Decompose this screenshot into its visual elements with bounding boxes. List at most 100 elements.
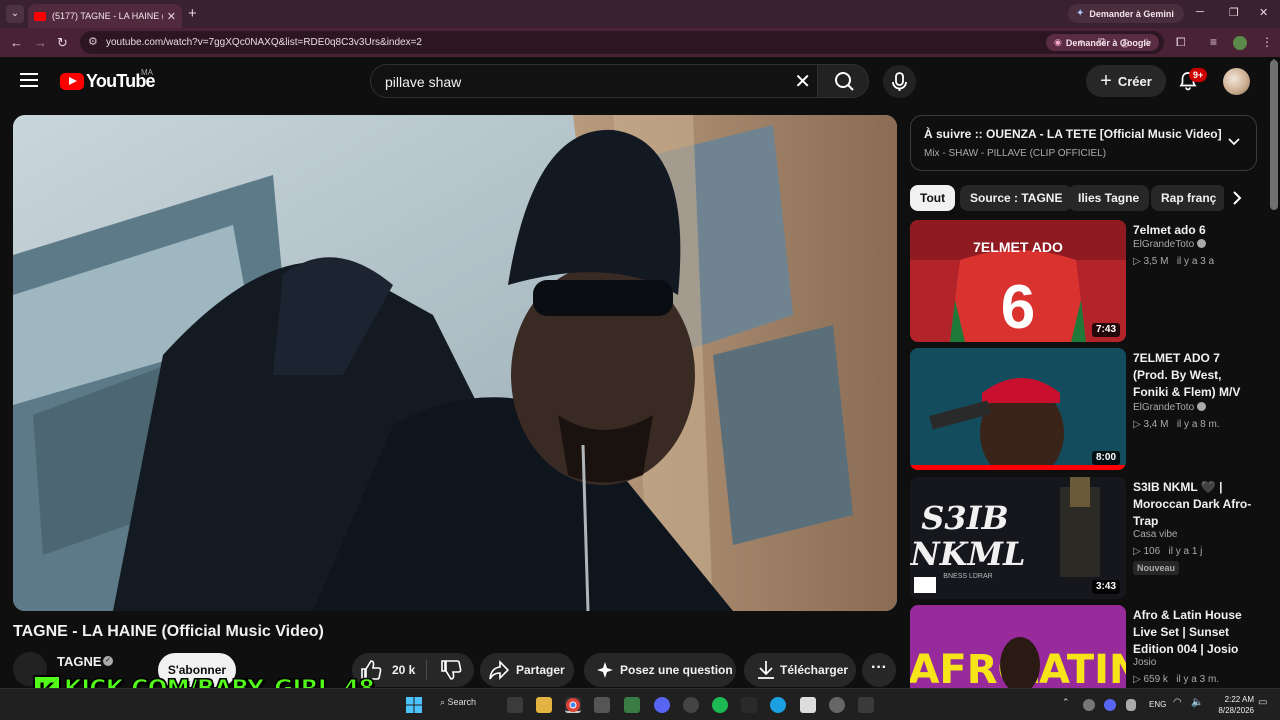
chip-source-tagne[interactable]: Source : TAGNE — [960, 185, 1073, 211]
chips-next-button[interactable] — [1224, 185, 1250, 211]
tab-title: (5177) TAGNE - LA HAINE (Offic — [52, 11, 163, 21]
duration-badge: 3:43 — [1091, 580, 1120, 594]
browser-tab-strip: ⌄ (5177) TAGNE - LA HAINE (Offic ✕ + ✦ D… — [0, 0, 1280, 28]
like-count[interactable]: 20 k — [392, 663, 415, 677]
app-a-icon[interactable] — [741, 697, 757, 713]
new-tab-icon[interactable]: + — [188, 5, 197, 22]
tray-mic-icon[interactable] — [1126, 699, 1136, 711]
profile-avatar-icon[interactable] — [1233, 36, 1247, 50]
windows-start-icon[interactable] — [406, 697, 422, 713]
video-thumbnail[interactable]: 7ELMET ADO 6 7:43 — [910, 220, 1126, 342]
recommendation-meta: ▷ 659 k il y a 3 m. — [1133, 674, 1219, 685]
chip-all[interactable]: Tout — [910, 185, 956, 211]
recommendation-channel[interactable]: Casa vibe — [1133, 529, 1177, 540]
wifi-icon[interactable]: ◠ — [1173, 697, 1183, 713]
search-input[interactable]: pillave shaw ✕ — [370, 64, 818, 98]
video-thumbnail[interactable]: S3IB NKML BNESS LDRAR 3:43 — [910, 477, 1126, 599]
search-button[interactable] — [817, 64, 869, 98]
account-avatar[interactable] — [1223, 68, 1250, 95]
recommendation-item[interactable]: S3IB NKML BNESS LDRAR 3:43 S3IB NKML 🖤 |… — [910, 477, 1251, 599]
plus-icon: + — [1100, 70, 1112, 92]
tab-search-icon[interactable]: ⌄ — [6, 5, 24, 23]
reading-list-icon[interactable]: ≡ — [1210, 35, 1217, 49]
volume-icon[interactable]: 🔈 — [1191, 697, 1203, 713]
forward-icon[interactable]: → — [34, 35, 47, 50]
recommendation-title[interactable]: S3IB NKML 🖤 | Moroccan Dark Afro-Trap — [1133, 479, 1257, 530]
up-next-subtitle: Mix - SHAW - PILLAVE (CLIP OFFICIEL) — [924, 148, 1107, 159]
input-language[interactable]: ENG — [1149, 700, 1166, 709]
thumb-text: S3IB — [921, 499, 1008, 537]
site-info-icon[interactable]: ⚙ — [88, 35, 98, 48]
install-app-icon[interactable]: ⧉ — [1098, 36, 1106, 49]
recommendation-channel[interactable]: ElGrandeToto — [1133, 402, 1207, 413]
steam-icon[interactable] — [594, 697, 610, 713]
settings-gear-icon[interactable] — [683, 697, 699, 713]
taskbar-search[interactable]: ⌕ Search — [440, 697, 476, 708]
recommendation-item[interactable]: 8:00 7ELMET ADO 7 (Prod. By West, Foniki… — [910, 348, 1250, 470]
extensions-icon[interactable]: ⧠ — [1176, 35, 1186, 50]
recommendation-channel[interactable]: ElGrandeToto — [1133, 239, 1207, 250]
close-window-icon[interactable]: ✕ — [1259, 6, 1268, 19]
verified-check-icon — [1197, 239, 1207, 248]
file-explorer-icon[interactable] — [536, 697, 552, 713]
eye-off-icon[interactable]: ◎ — [1120, 36, 1130, 49]
tray-discord-icon[interactable] — [1104, 699, 1116, 711]
recommendation-title[interactable]: Afro & Latin House Live Set | Sunset Edi… — [1133, 607, 1250, 658]
voice-search-button[interactable] — [883, 65, 916, 98]
channel-name[interactable]: TAGNE — [57, 654, 102, 669]
close-tab-icon[interactable]: ✕ — [167, 10, 176, 23]
channel-label: ElGrandeToto — [1133, 239, 1195, 250]
dislike-thumb-icon[interactable] — [432, 653, 472, 687]
download-button[interactable]: Télécharger — [744, 653, 856, 687]
recommendation-item[interactable]: AFRO LATIN Afro & Latin House Live Set |… — [910, 605, 1250, 688]
share-button[interactable]: Partager — [480, 653, 574, 687]
browser-tab-active[interactable]: (5177) TAGNE - LA HAINE (Offic ✕ — [28, 4, 182, 28]
ask-gemini-button[interactable]: ✦ Demander à Gemini — [1068, 4, 1184, 23]
tray-app-icon[interactable] — [1083, 699, 1095, 711]
verified-check-icon — [1197, 402, 1207, 411]
chevron-down-icon[interactable] — [1226, 134, 1242, 150]
nvidia-icon[interactable] — [858, 697, 874, 713]
tray-chevron-icon[interactable]: ⌃ — [1062, 697, 1072, 713]
more-actions-icon[interactable]: ··· — [862, 653, 896, 687]
obs-icon[interactable] — [829, 697, 845, 713]
youtube-masthead: YouTube MA pillave shaw ✕ + Créer 9+ — [0, 57, 1280, 105]
view-count: ▷ 106 — [1133, 546, 1161, 557]
page-scrollbar-thumb[interactable] — [1270, 60, 1278, 210]
create-button[interactable]: + Créer — [1086, 65, 1166, 97]
app-window-icon[interactable] — [800, 697, 816, 713]
ask-question-button[interactable]: Posez une question — [584, 653, 736, 687]
edge-icon[interactable] — [770, 697, 786, 713]
search-query: pillave shaw — [385, 74, 462, 90]
guide-menu-icon[interactable] — [20, 73, 38, 87]
gemini-sparkle-icon: ✦ — [1076, 8, 1085, 19]
recommendation-channel[interactable]: Josio — [1133, 657, 1156, 668]
notification-center-icon[interactable]: ▭ — [1258, 697, 1268, 713]
recommendation-title[interactable]: 7ELMET ADO 7 (Prod. By West, Foniki & Fl… — [1133, 350, 1257, 401]
chip-ilies-tagne[interactable]: Ilies Tagne — [1068, 185, 1150, 211]
playlist-up-next-panel[interactable]: À suivre :: OUENZA - LA TETE [Official M… — [910, 115, 1257, 171]
task-view-icon[interactable] — [507, 697, 523, 713]
video-thumbnail[interactable]: 8:00 — [910, 348, 1126, 470]
recommendation-title[interactable]: 7elmet ado 6 — [1133, 222, 1257, 239]
reload-icon[interactable]: ↻ — [57, 35, 68, 51]
spotify-icon[interactable] — [712, 697, 728, 713]
app-arrow-icon[interactable] — [624, 697, 640, 713]
address-bar[interactable]: ⚙ youtube.com/watch?v=7ggXQc0NAXQ&list=R… — [80, 31, 1164, 54]
minimize-icon[interactable]: ─ — [1196, 6, 1204, 18]
clock[interactable]: 2:22 AM 8/28/2026 — [1212, 694, 1254, 716]
chrome-icon[interactable] — [565, 697, 581, 713]
back-icon[interactable]: ← — [10, 35, 23, 50]
share-arrow-icon — [489, 660, 510, 680]
chip-rap-francais[interactable]: Rap franç — [1151, 185, 1227, 211]
browser-menu-icon[interactable]: ⋮ — [1261, 35, 1273, 49]
maximize-icon[interactable]: ❐ — [1229, 6, 1239, 19]
bookmark-star-icon[interactable]: ☆ — [1142, 36, 1152, 49]
zoom-icon[interactable]: ⌕ — [1078, 36, 1084, 49]
video-thumbnail[interactable]: AFRO LATIN — [910, 605, 1126, 688]
clear-search-icon[interactable]: ✕ — [794, 69, 811, 94]
video-player[interactable] — [13, 115, 897, 611]
recommendation-item[interactable]: 7ELMET ADO 6 7:43 7elmet ado 6 ElGrandeT… — [910, 220, 1250, 342]
discord-icon[interactable] — [654, 697, 670, 713]
youtube-logo[interactable]: YouTube MA — [60, 68, 156, 92]
